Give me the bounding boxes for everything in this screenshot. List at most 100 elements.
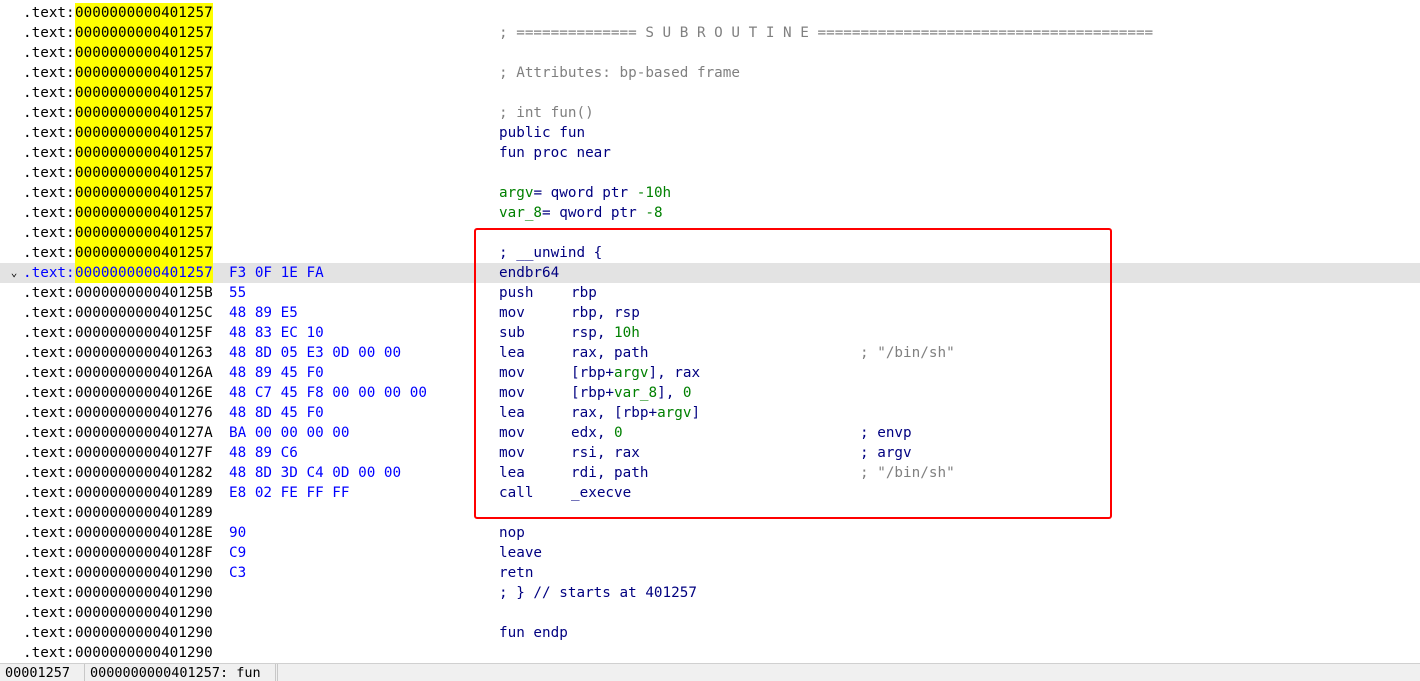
- instruction-text[interactable]: fun endp: [499, 623, 568, 643]
- line-address[interactable]: 0000000000401257: [75, 3, 213, 23]
- listing-line[interactable]: .text: 000000000040125F 48 83 EC 10 sub rsp,…: [0, 323, 1420, 343]
- instruction-text[interactable]: mov rsi, rax: [499, 443, 640, 463]
- local-var-ref[interactable]: var_8: [614, 385, 657, 401]
- listing-line[interactable]: .text: 0000000000401290 ; } // starts at 4…: [0, 583, 1420, 603]
- listing-line[interactable]: .text: 000000000040126E 48 C7 45 F8 00 00 …: [0, 383, 1420, 403]
- listing-line[interactable]: .text: 0000000000401257 public fun: [0, 123, 1420, 143]
- line-address[interactable]: 000000000040127A: [75, 423, 213, 443]
- line-address[interactable]: 0000000000401282: [75, 463, 213, 483]
- listing-line[interactable]: .text: 0000000000401276 48 8D 45 F0 lea rax,…: [0, 403, 1420, 423]
- instruction-text[interactable]: public fun: [499, 123, 585, 143]
- instruction-text[interactable]: lea rdi, path: [499, 463, 648, 483]
- local-var-ref[interactable]: argv: [614, 365, 648, 381]
- instruction-text[interactable]: sub rsp, 10h: [499, 323, 640, 343]
- listing-line[interactable]: .text: 0000000000401290: [0, 603, 1420, 623]
- line-address[interactable]: 0000000000401257: [75, 43, 213, 63]
- instruction-text[interactable]: lea rax, [rbp+argv]: [499, 403, 700, 423]
- line-address[interactable]: 000000000040128F: [75, 543, 213, 563]
- line-address[interactable]: 0000000000401257: [75, 143, 213, 163]
- line-address[interactable]: 000000000040126E: [75, 383, 213, 403]
- instruction-text[interactable]: mov edx, 0: [499, 423, 623, 443]
- ida-disassembly-view[interactable]: .text: 0000000000401257 .text: 000000000040…: [0, 0, 1420, 681]
- listing-line[interactable]: .text: 0000000000401290: [0, 643, 1420, 663]
- listing-line[interactable]: .text: 0000000000401282 48 8D 3D C4 0D 00 …: [0, 463, 1420, 483]
- line-address[interactable]: 000000000040125B: [75, 283, 213, 303]
- listing-line[interactable]: .text: 000000000040128F C9 leave: [0, 543, 1420, 563]
- line-address[interactable]: 0000000000401257: [75, 263, 213, 283]
- listing-line-current[interactable]: ⌄ .text: 0000000000401257 F3 0F 1E FA endbr6…: [0, 263, 1420, 283]
- listing-line[interactable]: .text: 000000000040125C 48 89 E5 mov rbp, rs…: [0, 303, 1420, 323]
- instruction-text[interactable]: push rbp: [499, 283, 597, 303]
- line-address[interactable]: 0000000000401257: [75, 63, 213, 83]
- listing-line[interactable]: .text: 0000000000401257: [0, 223, 1420, 243]
- listing-line[interactable]: .text: 0000000000401257: [0, 3, 1420, 23]
- listing-line[interactable]: .text: 0000000000401257 fun proc near: [0, 143, 1420, 163]
- line-address[interactable]: 0000000000401257: [75, 103, 213, 123]
- line-address[interactable]: 0000000000401290: [75, 563, 213, 583]
- instruction-text[interactable]: ; Attributes: bp-based frame: [499, 63, 740, 83]
- mnemonic: mov: [499, 365, 525, 381]
- listing-line[interactable]: .text: 0000000000401289 E8 02 FE FF FF call…: [0, 483, 1420, 503]
- instruction-text[interactable]: call _execve: [499, 483, 631, 503]
- listing-line[interactable]: .text: 000000000040125B 55 push rbp: [0, 283, 1420, 303]
- line-address[interactable]: 000000000040126A: [75, 363, 213, 383]
- listing-line[interactable]: .text: 0000000000401289: [0, 503, 1420, 523]
- instruction-text[interactable]: var_8= qword ptr -8: [499, 203, 663, 223]
- listing-line[interactable]: .text: 0000000000401257 ; Attributes: bp-b…: [0, 63, 1420, 83]
- line-address[interactable]: 0000000000401257: [75, 203, 213, 223]
- listing-line[interactable]: .text: 0000000000401290 C3 retn: [0, 563, 1420, 583]
- local-var-ref[interactable]: argv: [657, 405, 691, 421]
- listing-line[interactable]: .text: 0000000000401257 ; __unwind {: [0, 243, 1420, 263]
- line-address[interactable]: 0000000000401257: [75, 243, 213, 263]
- listing-line[interactable]: .text: 0000000000401263 48 8D 05 E3 0D 00 …: [0, 343, 1420, 363]
- listing-line[interactable]: .text: 0000000000401257 ; ============== S…: [0, 23, 1420, 43]
- line-address[interactable]: 0000000000401263: [75, 343, 213, 363]
- instruction-text[interactable]: ; __unwind {: [499, 243, 602, 263]
- instruction-text[interactable]: mov [rbp+argv], rax: [499, 363, 700, 383]
- line-address[interactable]: 0000000000401257: [75, 123, 213, 143]
- line-address[interactable]: 000000000040125C: [75, 303, 213, 323]
- instruction-text[interactable]: mov [rbp+var_8], 0: [499, 383, 692, 403]
- listing-line[interactable]: .text: 0000000000401257 argv= qword ptr -1…: [0, 183, 1420, 203]
- line-address[interactable]: 0000000000401290: [75, 643, 213, 663]
- line-address[interactable]: 000000000040128E: [75, 523, 213, 543]
- instruction-text[interactable]: endbr64: [499, 263, 571, 283]
- local-var-ref[interactable]: var_8: [499, 205, 542, 221]
- instruction-text[interactable]: ; int fun(): [499, 103, 594, 123]
- listing-line[interactable]: .text: 0000000000401257: [0, 43, 1420, 63]
- line-address[interactable]: 0000000000401290: [75, 583, 213, 603]
- line-address[interactable]: 000000000040127F: [75, 443, 213, 463]
- listing-line[interactable]: .text: 000000000040127A BA 00 00 00 00 mov e…: [0, 423, 1420, 443]
- instruction-text[interactable]: lea rax, path: [499, 343, 648, 363]
- instruction-text[interactable]: argv= qword ptr -10h: [499, 183, 671, 203]
- line-address[interactable]: 0000000000401290: [75, 623, 213, 643]
- disassembly-listing[interactable]: .text: 0000000000401257 .text: 000000000040…: [0, 3, 1420, 663]
- line-address[interactable]: 0000000000401289: [75, 483, 213, 503]
- line-address[interactable]: 0000000000401257: [75, 223, 213, 243]
- listing-line[interactable]: .text: 000000000040127F 48 89 C6 mov rsi, ra…: [0, 443, 1420, 463]
- line-address[interactable]: 0000000000401276: [75, 403, 213, 423]
- listing-line[interactable]: .text: 000000000040126A 48 89 45 F0 mov [rbp…: [0, 363, 1420, 383]
- listing-line[interactable]: .text: 0000000000401257 ; int fun(): [0, 103, 1420, 123]
- instruction-text[interactable]: leave: [499, 543, 571, 563]
- instruction-text[interactable]: ; } // starts at 401257: [499, 583, 697, 603]
- instruction-text[interactable]: mov rbp, rsp: [499, 303, 640, 323]
- listing-line[interactable]: .text: 0000000000401257: [0, 163, 1420, 183]
- line-address[interactable]: 0000000000401290: [75, 603, 213, 623]
- listing-line[interactable]: .text: 0000000000401290 fun endp: [0, 623, 1420, 643]
- line-address[interactable]: 0000000000401289: [75, 503, 213, 523]
- collapse-chevron-icon[interactable]: ⌄: [5, 263, 23, 283]
- instruction-text[interactable]: ; ============== S U B R O U T I N E ===…: [499, 23, 1153, 43]
- line-address[interactable]: 000000000040125F: [75, 323, 213, 343]
- listing-line[interactable]: .text: 000000000040128E 90 nop: [0, 523, 1420, 543]
- instruction-text[interactable]: fun proc near: [499, 143, 611, 163]
- line-address[interactable]: 0000000000401257: [75, 183, 213, 203]
- local-var-ref[interactable]: argv: [499, 185, 533, 201]
- line-address[interactable]: 0000000000401257: [75, 163, 213, 183]
- listing-line[interactable]: .text: 0000000000401257: [0, 83, 1420, 103]
- listing-line[interactable]: .text: 0000000000401257 var_8= qword ptr -…: [0, 203, 1420, 223]
- line-address[interactable]: 0000000000401257: [75, 23, 213, 43]
- line-address[interactable]: 0000000000401257: [75, 83, 213, 103]
- instruction-text[interactable]: retn: [499, 563, 571, 583]
- instruction-text[interactable]: nop: [499, 523, 571, 543]
